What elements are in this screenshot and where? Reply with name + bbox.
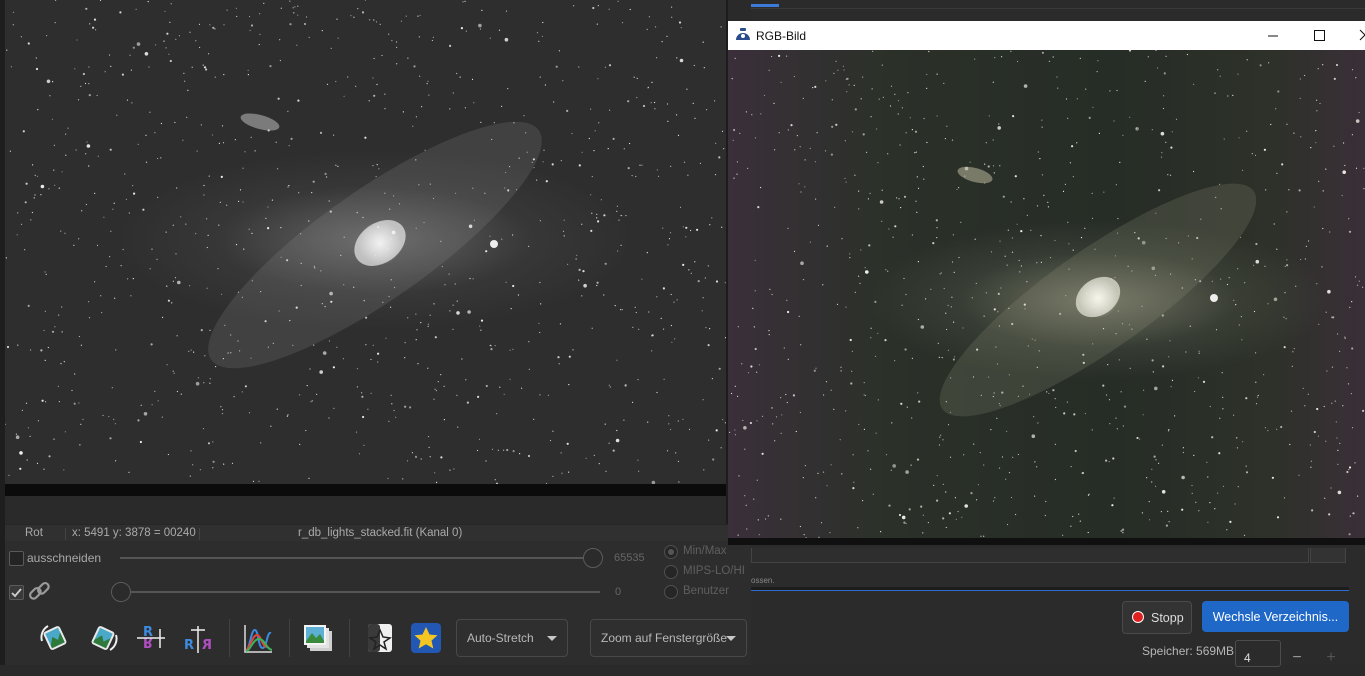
close-button[interactable] (1342, 21, 1365, 50)
toolbar-separator (289, 619, 290, 657)
image-filename: r_db_lights_stacked.fit (Kanal 0) (298, 527, 463, 539)
path-field[interactable] (751, 548, 1309, 563)
minimize-icon (1268, 35, 1278, 37)
main-image-canvas[interactable] (5, 0, 726, 484)
status-bar: Rot x: 5491 y: 3878 = 00240 r_db_lights_… (5, 524, 751, 542)
photometry-icon[interactable] (363, 621, 397, 655)
threads-increment-button[interactable]: + (1318, 640, 1344, 666)
progress-bar (751, 587, 1349, 591)
chevron-down-icon (726, 636, 736, 641)
svg-text:R: R (202, 638, 212, 653)
scale-option-mips: MIPS-LO/HI (683, 565, 745, 577)
rgb-window-titlebar[interactable]: RGB-Bild (728, 21, 1365, 50)
low-value: 0 (615, 586, 622, 598)
star-icon[interactable] (409, 621, 443, 655)
memory-usage: Speicher: 569MB (1142, 644, 1235, 658)
header-divider (751, 8, 1365, 9)
minimize-button[interactable] (1250, 21, 1296, 50)
rotate-right-icon[interactable] (86, 621, 120, 655)
scale-radio-minmax[interactable] (664, 545, 678, 559)
high-slider-handle[interactable] (583, 548, 603, 568)
rotate-left-icon[interactable] (38, 621, 72, 655)
channel-label: Rot (25, 527, 43, 539)
crop-label: ausschneiden (27, 551, 102, 565)
zoom-mode-dropdown[interactable]: Zoom auf Fenstergröße (590, 619, 747, 657)
display-controls-panel: ausschneiden 65535 Min/Max MIPS-LO/HI Be… (5, 541, 751, 665)
stop-icon (1132, 611, 1144, 623)
stop-button[interactable]: Stopp (1122, 601, 1192, 634)
scale-option-user: Benutzer (683, 585, 730, 597)
threads-decrement-button[interactable]: − (1284, 640, 1310, 666)
threads-value: 4 (1244, 651, 1251, 665)
maximize-icon (1314, 30, 1325, 41)
rgb-image-window: RGB-Bild (728, 21, 1365, 545)
change-directory-label: Wechsle Verzeichnis... (1212, 610, 1339, 624)
scale-radio-user[interactable] (664, 585, 678, 599)
link-icon[interactable] (26, 579, 52, 608)
checkmark-icon (11, 588, 22, 598)
svg-text:R: R (143, 634, 153, 649)
low-slider-track[interactable] (120, 591, 600, 593)
link-checkbox[interactable] (9, 585, 24, 600)
high-value: 65535 (614, 552, 645, 564)
starfield-color (729, 50, 1365, 538)
low-slider-handle[interactable] (111, 582, 131, 602)
rgb-image-canvas[interactable] (728, 50, 1365, 538)
cursor-coordinates: x: 5491 y: 3878 = 00240 (72, 527, 196, 539)
rgb-window-bottom-edge (728, 538, 1365, 545)
histogram-icon[interactable] (241, 621, 275, 655)
image-stack-icon[interactable] (301, 621, 335, 655)
stretch-mode-value: Auto-Stretch (467, 631, 534, 645)
chevron-down-icon (547, 636, 557, 641)
starfield-grayscale (5, 0, 726, 484)
scale-radio-mips[interactable] (664, 565, 678, 579)
threads-input[interactable]: 4 (1235, 640, 1281, 667)
status-separator (65, 528, 66, 540)
change-directory-button[interactable]: Wechsle Verzeichnis... (1202, 601, 1349, 632)
stretch-mode-dropdown[interactable]: Auto-Stretch (456, 619, 568, 657)
zoom-mode-value: Zoom auf Fenstergröße (601, 631, 728, 645)
scale-option-minmax: Min/Max (683, 545, 727, 557)
progress-status-text: ossen. (751, 576, 775, 585)
rgb-window-title: RGB-Bild (756, 29, 807, 43)
status-separator (199, 528, 200, 540)
toolbar-separator (349, 619, 350, 657)
image-bottom-border (5, 484, 726, 496)
mirror-vertical-icon[interactable]: RR (134, 621, 168, 655)
svg-text:R: R (184, 638, 194, 653)
crop-checkbox[interactable] (9, 551, 24, 566)
path-field-button[interactable] (1310, 548, 1346, 563)
close-icon (1359, 29, 1365, 41)
background-app-header (751, 0, 1365, 22)
mirror-horizontal-icon[interactable]: RR (181, 621, 215, 655)
toolbar-separator (229, 619, 230, 657)
stop-button-label: Stopp (1151, 611, 1184, 625)
maximize-button[interactable] (1296, 21, 1342, 50)
siril-app-icon (736, 28, 750, 40)
active-tab-indicator (751, 4, 779, 7)
high-slider-track[interactable] (120, 557, 600, 559)
